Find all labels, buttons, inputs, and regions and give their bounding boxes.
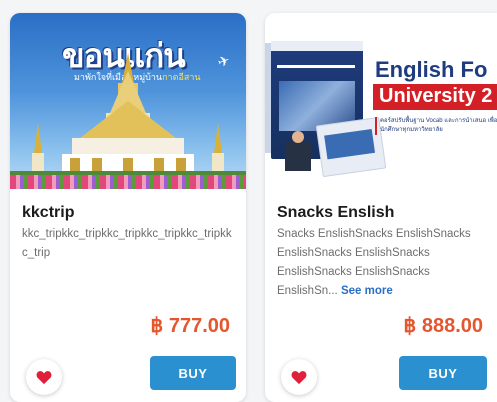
heart-icon xyxy=(36,370,52,384)
product-price: ฿ 888.00 xyxy=(403,315,483,337)
product-thumbnail[interactable]: ขอนแก่น มาพักใจที่เมือง หมู่บ้านกาตอีสาน… xyxy=(10,13,246,189)
heart-icon xyxy=(291,370,307,384)
thumbnail-band-text: University 2 xyxy=(379,85,493,107)
product-card-kkctrip[interactable]: ขอนแก่น มาพักใจที่เมือง หมู่บ้านกาตอีสาน… xyxy=(10,13,246,402)
product-name[interactable]: Snacks Enslish xyxy=(277,204,394,222)
thumbnail-title: English Fo xyxy=(375,57,488,82)
product-name[interactable]: kkctrip xyxy=(22,204,74,222)
favorite-button[interactable] xyxy=(26,359,62,395)
product-description: Snacks EnslishSnacks EnslishSnacks Ensli… xyxy=(277,225,487,301)
thumbnail-description: คอร์สปรับพื้นฐาน Vocab และการนำเสนอ เพื่… xyxy=(375,117,497,135)
favorite-button[interactable] xyxy=(281,359,317,395)
temple-illustration xyxy=(10,53,246,177)
buy-button[interactable]: BUY xyxy=(399,356,487,390)
buy-button[interactable]: BUY xyxy=(150,356,236,390)
product-card-snacks-enslish[interactable]: English Fo University 2 คอร์สปรับพื้นฐาน… xyxy=(265,13,497,402)
product-description: kkc_tripkkc_tripkkc_tripkkc_tripkkc_trip… xyxy=(22,228,232,259)
product-price: ฿ 777.00 xyxy=(150,315,230,337)
see-more-link[interactable]: See more xyxy=(341,285,393,297)
flower-bed xyxy=(10,175,246,189)
product-thumbnail[interactable]: English Fo University 2 คอร์สปรับพื้นฐาน… xyxy=(265,13,497,189)
instructor-image xyxy=(285,131,311,171)
